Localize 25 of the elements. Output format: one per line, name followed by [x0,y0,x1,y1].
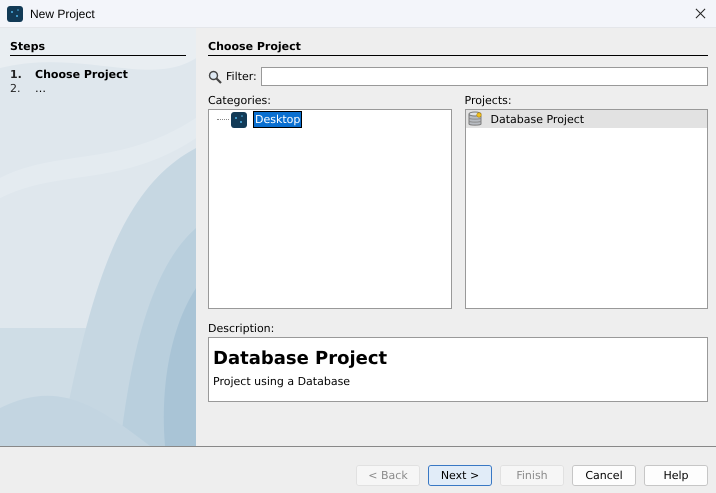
step-number: 2. [10,82,22,96]
panel-heading: Choose Project [208,40,708,56]
search-icon [208,70,222,84]
tree-item[interactable]: Desktop [253,111,302,128]
database-icon [468,111,482,127]
dialog-button[interactable]: Next > [428,465,492,486]
filter-field[interactable] [260,67,708,86]
categories-label: Categories: [208,94,272,107]
dialog-button[interactable]: Cancel [572,465,636,486]
app-icon [7,6,23,22]
projects-label: Projects: [464,94,513,107]
dialog-button[interactable]: Help [644,465,708,486]
step-label: … [35,82,46,96]
description-label: Description: [208,322,276,335]
close-icon[interactable] [695,8,706,19]
step-label: Choose Project [35,68,128,82]
window-title: New Project [30,6,96,20]
step-number: 1. [10,68,23,82]
filter-label: Filter: [226,70,257,83]
description-title: Database Project [213,348,388,369]
desktop-icon [231,112,247,128]
description-text: Project using a Database [213,375,352,388]
project-item[interactable]: Database Project [466,110,707,128]
project-name: Database Project [490,112,584,126]
steps-heading: Steps [10,40,186,56]
